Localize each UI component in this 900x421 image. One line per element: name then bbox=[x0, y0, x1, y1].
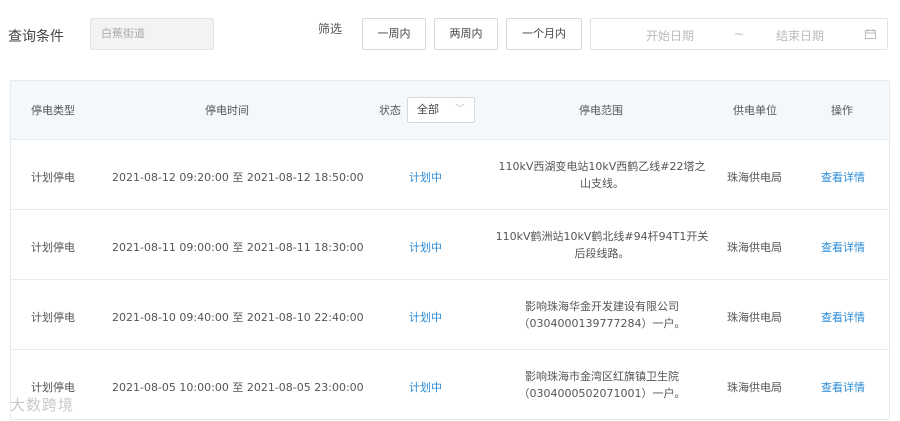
filter-label: 筛选 bbox=[318, 22, 343, 36]
outage-type: 计划停电 bbox=[31, 311, 75, 324]
outage-type: 计划停电 bbox=[31, 241, 75, 254]
outage-range: 110kV西湖变电站10kV西鹤乙线#22塔之 山支线。 bbox=[489, 158, 715, 192]
view-details-link[interactable]: 查看详情 bbox=[821, 169, 865, 185]
status-badge: 计划中 bbox=[409, 171, 442, 184]
outage-type: 计划停电 bbox=[31, 171, 75, 184]
outage-range-line: 影响珠海市金湾区红旗镇卫生院 bbox=[525, 370, 679, 383]
table-row: 计划停电 2021-08-11 09:00:00 至 2021-08-11 18… bbox=[11, 210, 889, 280]
status-badge: 计划中 bbox=[409, 311, 442, 324]
outage-range-line: 影响珠海华金开发建设有限公司 bbox=[525, 300, 679, 313]
supply-unit: 珠海供电局 bbox=[727, 241, 782, 254]
end-date-input[interactable]: 结束日期 bbox=[776, 27, 824, 44]
outage-range: 影响珠海市金湾区红旗镇卫生院 （0304000502071001）一户。 bbox=[489, 368, 715, 402]
query-label: 查询条件 bbox=[8, 29, 64, 45]
header-operation: 操作 bbox=[831, 104, 853, 117]
view-details-link[interactable]: 查看详情 bbox=[821, 239, 865, 255]
calendar-icon bbox=[865, 29, 876, 39]
status-select[interactable]: 全部 ﹀ bbox=[407, 97, 475, 123]
outage-type: 计划停电 bbox=[31, 381, 75, 394]
region-input[interactable]: 白蕉街道 bbox=[90, 18, 214, 50]
watermark-logo: 大数跨境 bbox=[10, 396, 75, 414]
outage-range: 110kV鹤洲站10kV鹤北线#94杆94T1开关 后段线路。 bbox=[489, 228, 715, 262]
view-details-link[interactable]: 查看详情 bbox=[821, 309, 865, 325]
outage-range-line: 后段线路。 bbox=[574, 247, 630, 260]
chevron-down-icon: ﹀ bbox=[455, 104, 465, 115]
header-status-label: 状态 bbox=[379, 104, 401, 117]
outage-time: 2021-08-05 10:00:00 至 2021-08-05 23:00:0… bbox=[112, 381, 364, 394]
status-badge: 计划中 bbox=[409, 381, 442, 394]
one-month-button[interactable]: 一个月内 bbox=[506, 18, 582, 50]
outage-time: 2021-08-10 09:40:00 至 2021-08-10 22:40:0… bbox=[112, 311, 364, 324]
outage-range-line: 山支线。 bbox=[580, 177, 624, 190]
filter-bar: 查询条件 白蕉街道 筛选 一周内 两周内 一个月内 开始日期 ~ 结束日期 bbox=[0, 0, 900, 70]
table-row: 计划停电 2021-08-10 09:40:00 至 2021-08-10 22… bbox=[11, 280, 889, 350]
outage-range-line: 110kV西湖变电站10kV西鹤乙线#22塔之 bbox=[498, 160, 706, 173]
table-row: 计划停电 2021-08-05 10:00:00 至 2021-08-05 23… bbox=[11, 350, 889, 420]
outage-range-line: （0304000502071001）一户。 bbox=[518, 387, 686, 400]
table-header: 停电类型 停电时间 状态 全部 ﹀ 停电范围 供电单位 操作 bbox=[11, 80, 889, 140]
header-outage-type: 停电类型 bbox=[31, 104, 75, 117]
status-badge: 计划中 bbox=[409, 241, 442, 254]
header-outage-range: 停电范围 bbox=[579, 104, 623, 117]
date-range-picker[interactable]: 开始日期 ~ 结束日期 bbox=[590, 18, 888, 50]
outage-table: 停电类型 停电时间 状态 全部 ﹀ 停电范围 供电单位 操作 计划停电 2021… bbox=[10, 80, 890, 420]
start-date-input[interactable]: 开始日期 bbox=[646, 27, 694, 44]
view-details-link[interactable]: 查看详情 bbox=[821, 379, 865, 395]
header-supply-unit: 供电单位 bbox=[733, 104, 777, 117]
outage-time: 2021-08-12 09:20:00 至 2021-08-12 18:50:0… bbox=[112, 171, 364, 184]
one-week-button[interactable]: 一周内 bbox=[362, 18, 426, 50]
supply-unit: 珠海供电局 bbox=[727, 381, 782, 394]
outage-time: 2021-08-11 09:00:00 至 2021-08-11 18:30:0… bbox=[112, 241, 364, 254]
two-weeks-button[interactable]: 两周内 bbox=[434, 18, 498, 50]
supply-unit: 珠海供电局 bbox=[727, 311, 782, 324]
header-outage-time: 停电时间 bbox=[205, 104, 249, 117]
supply-unit: 珠海供电局 bbox=[727, 171, 782, 184]
status-select-value: 全部 bbox=[417, 103, 439, 116]
outage-range: 影响珠海华金开发建设有限公司 （0304000139777284）一户。 bbox=[489, 298, 715, 332]
table-row: 计划停电 2021-08-12 09:20:00 至 2021-08-12 18… bbox=[11, 140, 889, 210]
outage-range-line: （0304000139777284）一户。 bbox=[518, 317, 686, 330]
outage-range-line: 110kV鹤洲站10kV鹤北线#94杆94T1开关 bbox=[495, 230, 709, 243]
date-range-separator: ~ bbox=[734, 27, 745, 41]
